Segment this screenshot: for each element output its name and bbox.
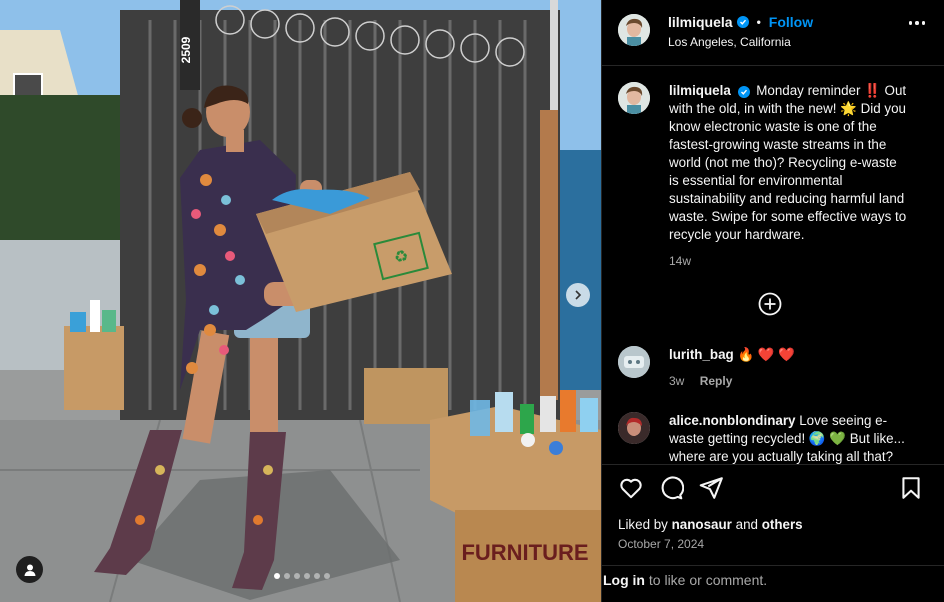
next-arrow-icon: [575, 290, 582, 300]
carousel-dot: [284, 573, 290, 579]
comment-text: 🔥 ❤️ ❤️: [737, 347, 795, 362]
carousel-dot: [304, 573, 310, 579]
header-separator: •: [756, 15, 761, 29]
comments-section[interactable]: lilmiquela Monday reminder ‼️ Out with t…: [602, 66, 944, 464]
author-username[interactable]: lilmiquela: [668, 14, 733, 30]
post-header: lilmiquela • Follow Los Angeles, Califor…: [602, 0, 944, 66]
carousel-dot: [294, 573, 300, 579]
caption-username[interactable]: lilmiquela: [669, 83, 731, 98]
post-actions: Liked by nanosaur and others October 7, …: [602, 464, 944, 602]
likes-summary: Liked by nanosaur and others: [618, 517, 803, 532]
post-photo: 2509 FURNITURE ♻: [0, 0, 601, 602]
post-side-panel: lilmiquela • Follow Los Angeles, Califor…: [601, 0, 944, 602]
verified-icon: [736, 16, 749, 28]
login-rest: to like or comment.: [648, 572, 768, 588]
post-date[interactable]: October 7, 2024: [618, 537, 704, 551]
comment-time[interactable]: 3w: [669, 374, 684, 388]
carousel-dot: [274, 573, 280, 579]
carousel-dot: [324, 573, 330, 579]
share-icon[interactable]: [698, 475, 724, 501]
address-number: 2509: [179, 36, 193, 63]
add-comment-icon[interactable]: [758, 292, 782, 316]
heart-icon[interactable]: [618, 475, 644, 501]
verified-icon: [737, 86, 750, 98]
commenter-avatar[interactable]: [618, 412, 650, 444]
commenter-avatar[interactable]: [618, 346, 650, 378]
likes-others[interactable]: others: [762, 517, 803, 532]
bookmark-icon[interactable]: [898, 475, 924, 501]
tagged-users-button[interactable]: [16, 556, 43, 583]
carousel-dot: [314, 573, 320, 579]
next-image-button[interactable]: [566, 283, 590, 307]
post-media[interactable]: 2509 FURNITURE ♻: [0, 0, 601, 602]
comment-username[interactable]: alice.nonblondinary: [669, 413, 796, 428]
more-icon[interactable]: [908, 21, 925, 25]
likes-prefix: Liked by: [618, 517, 668, 532]
likes-user[interactable]: nanosaur: [672, 517, 732, 532]
login-prompt: Log in to like or comment.: [602, 565, 944, 588]
comment-username[interactable]: lurith_bag: [669, 347, 734, 362]
tag-user-icon: [24, 564, 35, 576]
carousel-indicator: [274, 573, 330, 579]
author-avatar[interactable]: [618, 14, 650, 46]
caption-time[interactable]: 14w: [669, 252, 909, 270]
post-location[interactable]: Los Angeles, California: [668, 35, 791, 49]
follow-button[interactable]: Follow: [769, 14, 813, 30]
login-link[interactable]: Log in: [603, 572, 645, 588]
caption-text: Monday reminder ‼️ Out with the old, in …: [669, 83, 907, 242]
comment-icon[interactable]: [658, 475, 684, 501]
likes-and: and: [735, 517, 758, 532]
box-sign: FURNITURE: [461, 540, 588, 565]
reply-button[interactable]: Reply: [700, 374, 733, 388]
caption-avatar[interactable]: [618, 82, 650, 114]
